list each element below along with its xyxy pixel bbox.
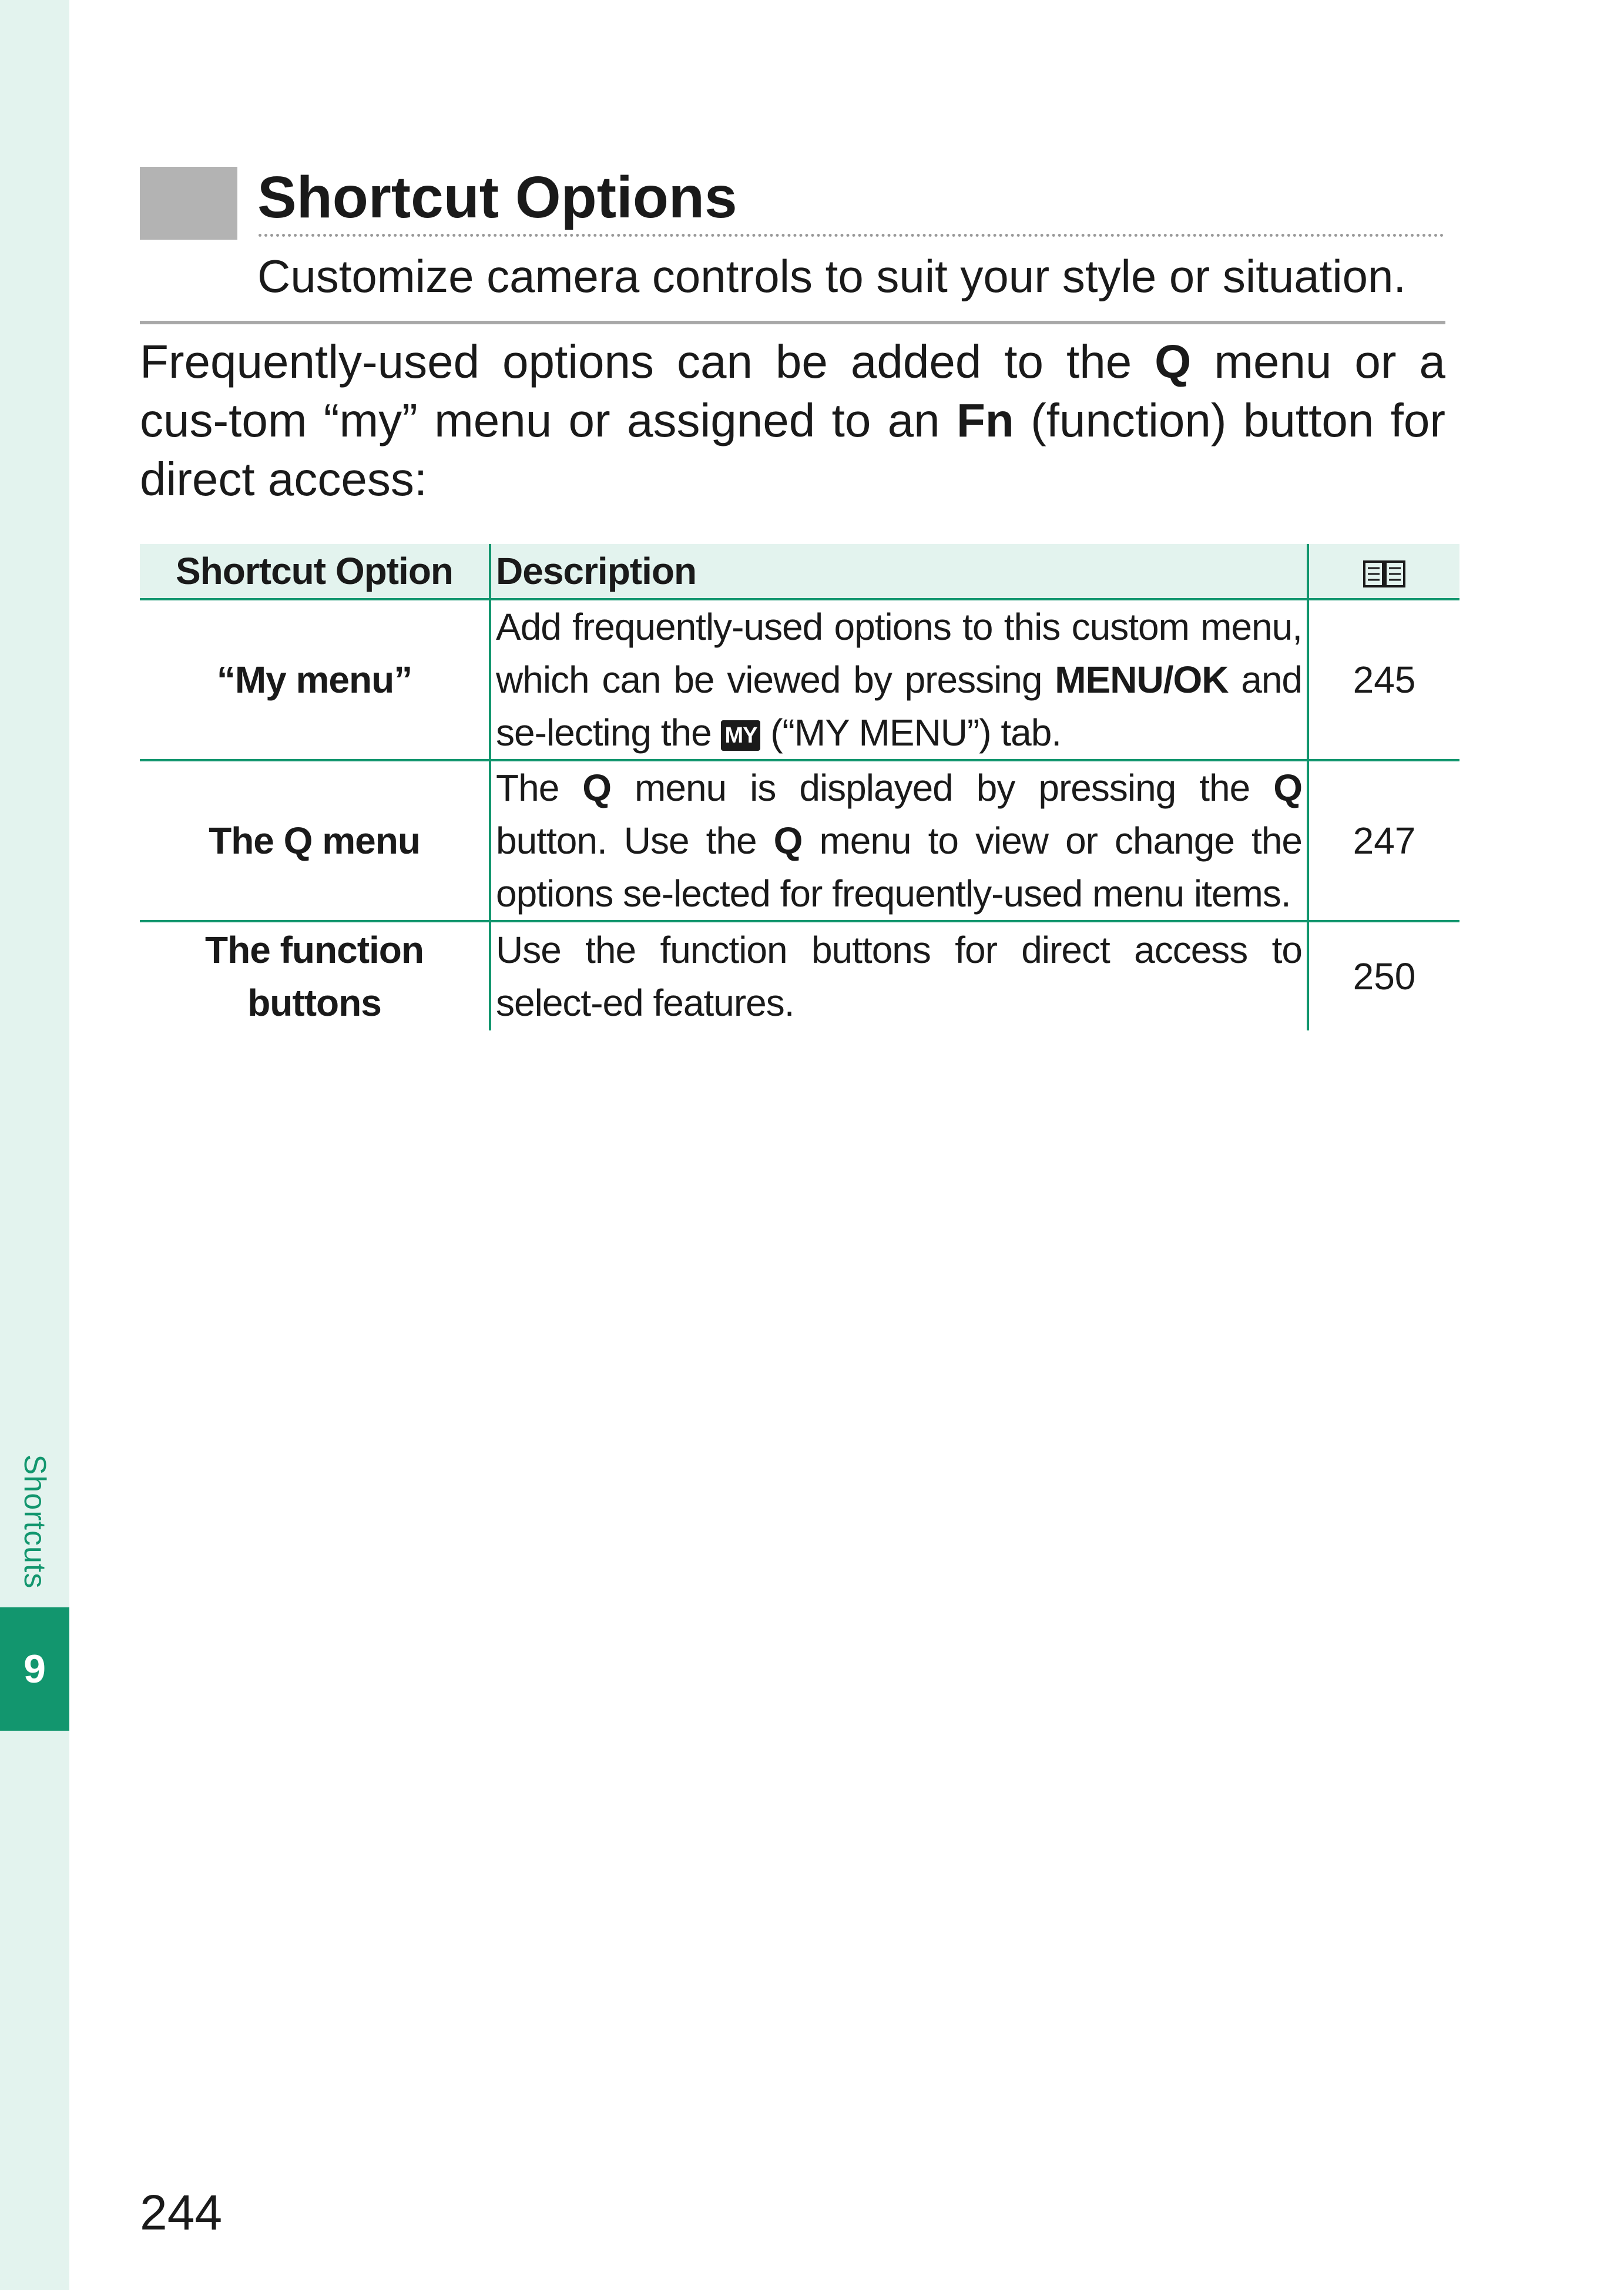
q-button-label: Q <box>1273 767 1303 809</box>
row-description: Add frequently-used options to this cust… <box>489 598 1309 760</box>
header-page-ref <box>1308 544 1459 599</box>
header-description: Description <box>489 544 1309 599</box>
q-button-label: Q <box>1155 335 1192 388</box>
table-row: The Q menu The Q menu is displayed by pr… <box>140 759 1459 921</box>
my-menu-tab-icon: MY <box>721 720 761 751</box>
row-description: Use the function buttons for direct acce… <box>489 920 1309 1030</box>
fn-button-label: Fn <box>957 394 1014 446</box>
table-row: The function buttons Use the function bu… <box>140 920 1459 1030</box>
page-number: 244 <box>140 2185 223 2240</box>
chapter-side-strip <box>0 0 69 2290</box>
heading-divider <box>140 321 1445 324</box>
header-shortcut-option: Shortcut Option <box>140 544 490 599</box>
desc-text: menu is displayed by pressing the <box>611 767 1274 809</box>
chapter-number: 9 <box>24 1647 46 1691</box>
table-header-row: Shortcut Option Description <box>140 544 1459 599</box>
heading-marker-block <box>140 167 237 240</box>
row-page-number: 245 <box>1308 598 1459 760</box>
section-title: Shortcut Options <box>257 164 737 230</box>
q-button-label: Q <box>773 820 803 862</box>
row-option-my-menu: “My menu” <box>140 598 490 760</box>
menu-ok-button-label: MENU/OK <box>1055 659 1229 701</box>
q-button-label: Q <box>582 767 612 809</box>
title-dotted-rule <box>259 234 1444 237</box>
book-page-reference-icon <box>1363 560 1405 588</box>
desc-text: The <box>496 767 583 809</box>
shortcut-options-table: Shortcut Option Description “My menu” Ad… <box>140 544 1459 1030</box>
chapter-label: Shortcuts <box>18 1454 52 1589</box>
row-page-number: 247 <box>1308 759 1459 921</box>
desc-text: (“MY MENU”) tab. <box>760 711 1062 754</box>
intro-paragraph: Frequently-used options can be added to … <box>140 333 1445 509</box>
table-row: “My menu” Add frequently-used options to… <box>140 598 1459 760</box>
row-page-number: 250 <box>1308 920 1459 1030</box>
intro-text-1: Frequently-used options can be added to … <box>140 335 1155 388</box>
row-option-function-buttons: The function buttons <box>140 920 490 1030</box>
desc-text: button. Use the <box>496 820 774 862</box>
chapter-number-tab: 9 <box>0 1607 69 1731</box>
row-description: The Q menu is displayed by pressing the … <box>489 759 1309 921</box>
row-option-q-menu: The Q menu <box>140 759 490 921</box>
section-subtitle: Customize camera controls to suit your s… <box>257 250 1407 302</box>
